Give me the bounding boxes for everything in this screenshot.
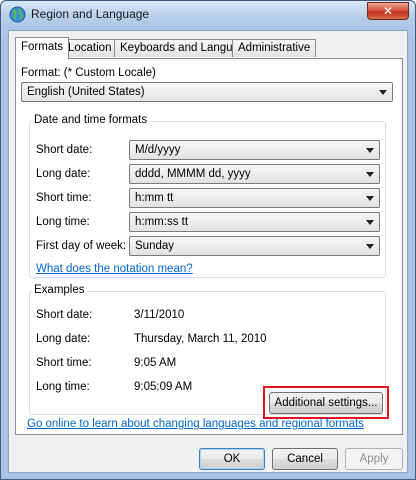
apply-button[interactable]: Apply bbox=[345, 448, 403, 470]
online-help-link[interactable]: Go online to learn about changing langua… bbox=[27, 418, 364, 430]
notation-help-link[interactable]: What does the notation mean? bbox=[36, 263, 193, 275]
long-date-value: dddd, MMMM dd, yyyy bbox=[135, 168, 251, 180]
first-day-of-week-value: Sunday bbox=[135, 240, 175, 252]
ok-button[interactable]: OK bbox=[199, 448, 265, 470]
chevron-down-icon bbox=[366, 220, 374, 225]
short-time-dropdown[interactable]: h:mm tt bbox=[129, 188, 380, 208]
globe-icon bbox=[9, 6, 26, 23]
tab-administrative[interactable]: Administrative bbox=[232, 39, 317, 57]
long-time-dropdown[interactable]: h:mm:ss tt bbox=[129, 212, 380, 232]
short-time-label: Short time: bbox=[36, 192, 92, 204]
formats-panel: Format: (* Custom Locale) English (Unite… bbox=[15, 58, 403, 435]
first-day-of-week-dropdown[interactable]: Sunday bbox=[129, 236, 380, 256]
long-time-value: h:mm:ss tt bbox=[135, 216, 189, 228]
window-title: Region and Language bbox=[31, 7, 150, 21]
chevron-down-icon bbox=[366, 148, 374, 153]
chevron-down-icon bbox=[366, 196, 374, 201]
short-time-value: h:mm tt bbox=[135, 192, 174, 204]
example-long-time-value: 9:05:09 AM bbox=[134, 381, 193, 393]
long-date-label: Long date: bbox=[36, 168, 91, 180]
close-button[interactable]: ✕ bbox=[367, 2, 409, 20]
format-dropdown[interactable]: English (United States) bbox=[21, 82, 393, 102]
example-long-date-value: Thursday, March 11, 2010 bbox=[134, 333, 267, 345]
tab-location[interactable]: Location bbox=[62, 39, 118, 57]
chevron-down-icon bbox=[366, 172, 374, 177]
first-day-of-week-label: First day of week: bbox=[36, 240, 127, 252]
example-short-date-value: 3/11/2010 bbox=[134, 309, 185, 321]
example-long-date-label: Long date: bbox=[36, 333, 91, 345]
dialog-client-area: Formats Location Keyboards and Languages… bbox=[8, 30, 408, 473]
example-short-time-value: 9:05 AM bbox=[134, 357, 177, 369]
format-label: Format: (* Custom Locale) bbox=[21, 67, 156, 79]
chevron-down-icon bbox=[379, 90, 387, 95]
format-value: English (United States) bbox=[27, 86, 145, 98]
cancel-button[interactable]: Cancel bbox=[272, 448, 338, 470]
short-date-value: M/d/yyyy bbox=[135, 144, 181, 156]
additional-settings-button[interactable]: Additional settings... bbox=[269, 392, 383, 414]
group-title: Examples bbox=[32, 284, 87, 296]
example-long-time-label: Long time: bbox=[36, 381, 90, 393]
chevron-down-icon bbox=[366, 244, 374, 249]
group-title: Date and time formats bbox=[32, 114, 150, 126]
long-date-dropdown[interactable]: dddd, MMMM dd, yyyy bbox=[129, 164, 380, 184]
example-short-time-label: Short time: bbox=[36, 357, 92, 369]
example-short-date-label: Short date: bbox=[36, 309, 93, 321]
short-date-label: Short date: bbox=[36, 144, 93, 156]
close-icon: ✕ bbox=[382, 4, 394, 18]
tab-formats[interactable]: Formats bbox=[15, 37, 70, 59]
short-date-dropdown[interactable]: M/d/yyyy bbox=[129, 140, 380, 160]
region-language-window: Region and Language ✕ Formats Location K… bbox=[0, 0, 416, 480]
title-bar[interactable]: Region and Language ✕ bbox=[1, 1, 415, 29]
long-time-label: Long time: bbox=[36, 216, 90, 228]
